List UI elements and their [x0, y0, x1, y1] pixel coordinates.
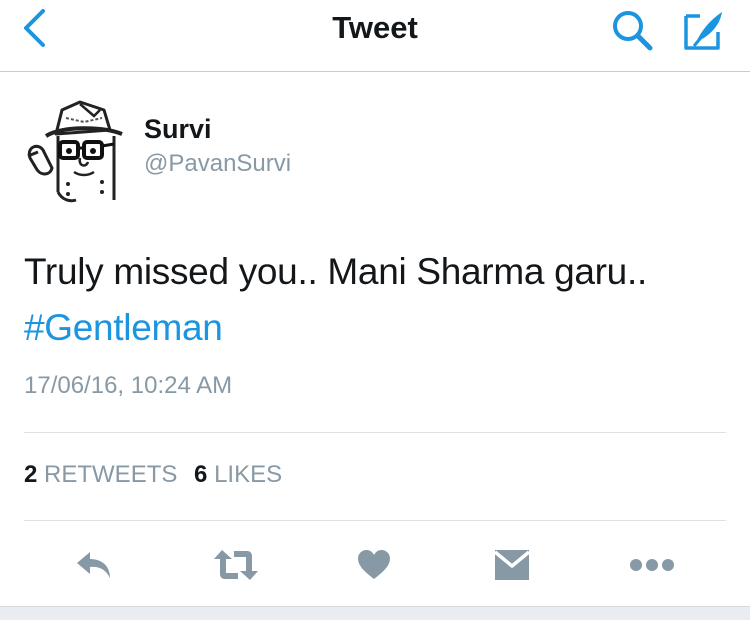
tweet-body: Truly missed you.. Mani Sharma garu.. #G… [24, 244, 724, 356]
nav-bar: Tweet [0, 0, 750, 72]
direct-message-button[interactable] [482, 540, 542, 590]
author-name[interactable]: Survi [144, 114, 212, 145]
heart-icon [358, 550, 390, 579]
tweet-timestamp: 17/06/16, 10:24 AM [24, 372, 233, 399]
retweets-stat[interactable]: 2 RETWEETS [24, 461, 177, 488]
likes-label: LIKES [214, 461, 283, 488]
retweet-button[interactable] [206, 540, 266, 590]
search-button[interactable] [608, 6, 656, 54]
compose-button[interactable] [680, 6, 728, 54]
tweet-stats: 2 RETWEETS 6 LIKES [24, 461, 292, 489]
retweets-count: 2 [24, 461, 38, 488]
tweet-author: Survi @PavanSurvi [22, 96, 722, 206]
divider [24, 520, 726, 521]
more-button[interactable] [622, 540, 682, 590]
tweet-text: Truly missed you.. Mani Sharma garu.. [24, 251, 647, 292]
retweet-icon [214, 550, 258, 580]
search-icon [613, 11, 653, 51]
hashtag-link[interactable]: #Gentleman [24, 300, 724, 356]
reply-button[interactable] [64, 540, 124, 590]
divider [24, 432, 726, 433]
reply-icon [77, 552, 110, 578]
avatar[interactable] [22, 96, 134, 204]
cartoon-avatar-icon [27, 100, 123, 203]
likes-count: 6 [194, 461, 208, 488]
envelope-icon [493, 550, 531, 580]
retweets-label: RETWEETS [44, 461, 178, 488]
likes-stat[interactable]: 6 LIKES [194, 461, 282, 488]
more-icon [630, 559, 674, 571]
next-section-edge [0, 606, 750, 620]
author-handle[interactable]: @PavanSurvi [144, 150, 291, 178]
compose-quill-icon [684, 12, 722, 50]
like-button[interactable] [344, 540, 404, 590]
